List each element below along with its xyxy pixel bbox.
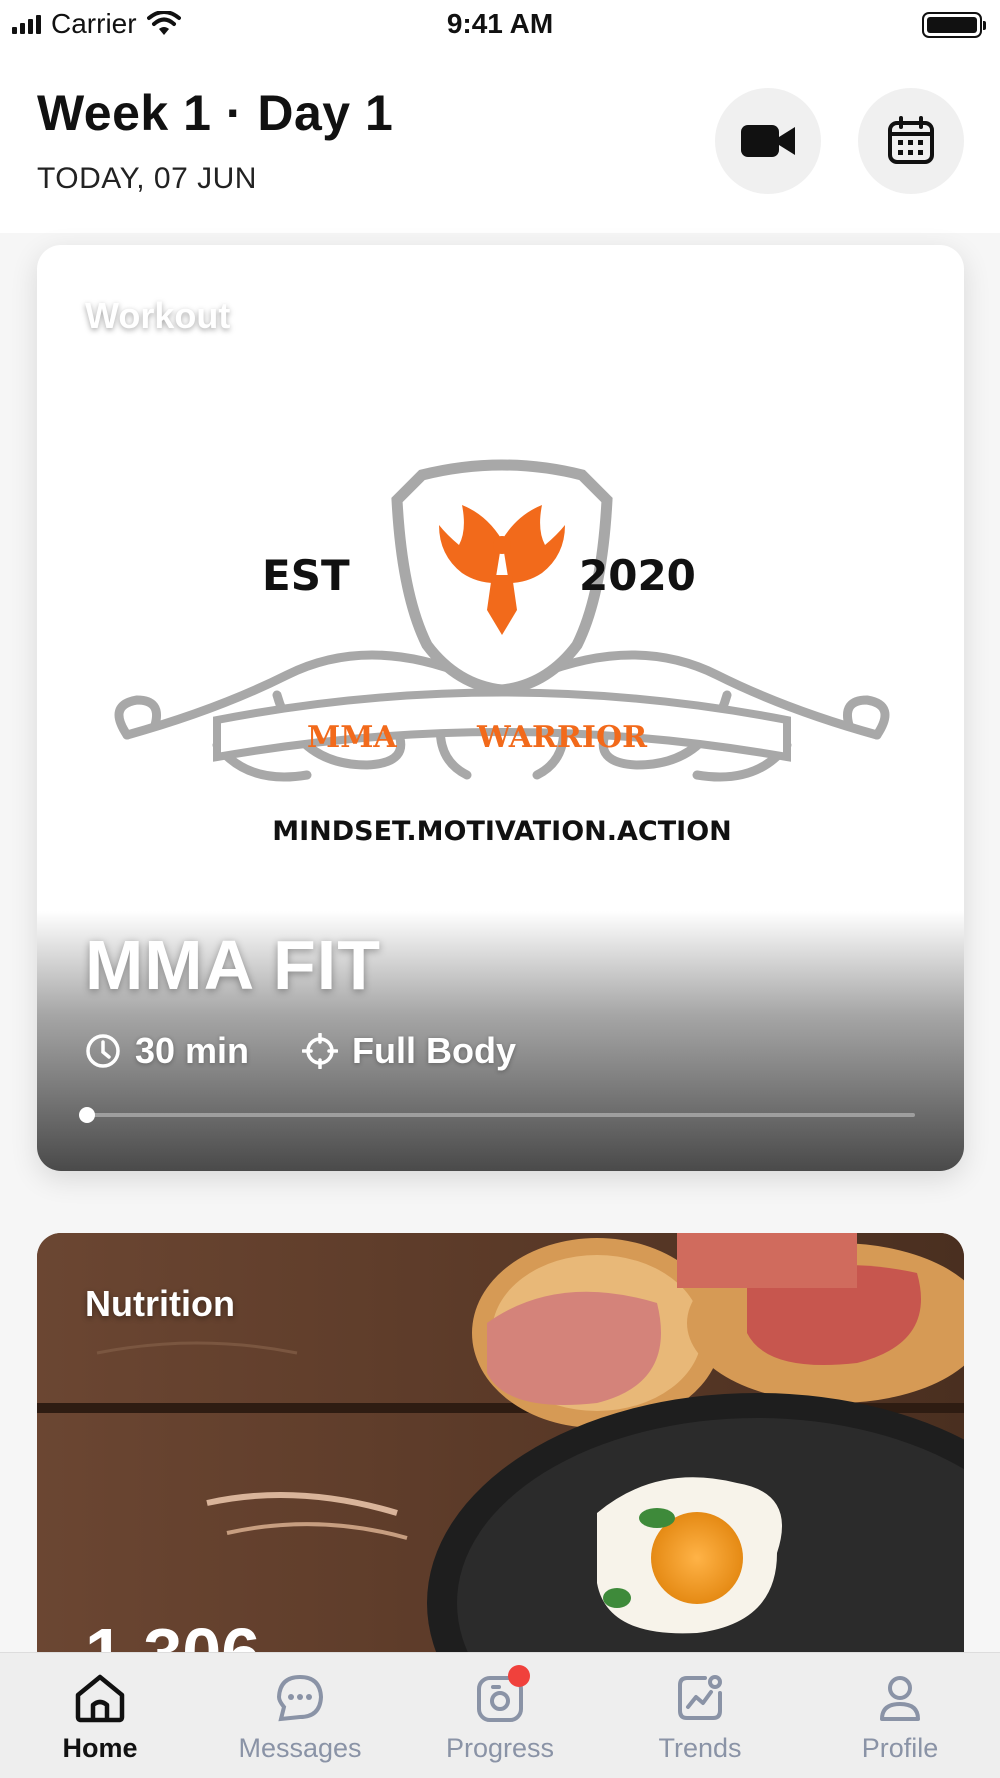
mma-warrior-logo: EST 2020 MMA WARRIOR MINDSET.MOTIVATION.…: [114, 459, 890, 847]
battery-level: [927, 17, 977, 33]
home-icon: [75, 1674, 125, 1723]
logo-year: 2020: [579, 551, 696, 600]
logo-banner-right: WARRIOR: [476, 720, 648, 755]
status-time: 9:41 AM: [446, 8, 554, 39]
calendar-button[interactable]: [858, 88, 964, 194]
tab-messages-label: Messages: [238, 1733, 362, 1763]
workout-progress-bar: [79, 1107, 915, 1123]
tab-profile-label: Profile: [861, 1733, 939, 1763]
tab-home[interactable]: Home: [0, 1653, 200, 1778]
page-title: Week 1 · Day 1: [37, 85, 394, 141]
clock-icon: [86, 1034, 120, 1068]
duration-label: 30 min: [135, 1030, 250, 1071]
target-icon: [302, 1033, 338, 1069]
nutrition-label: Nutrition: [85, 1283, 235, 1324]
profile-icon: [880, 1676, 920, 1721]
workout-progress-knob: [79, 1107, 95, 1123]
tab-messages[interactable]: Messages: [200, 1653, 400, 1778]
page-date: TODAY, 07 JUN: [37, 162, 257, 195]
tab-trends[interactable]: Trends: [600, 1653, 800, 1778]
logo-banner-left: MMA: [307, 720, 397, 755]
status-bar: Carrier 9:41 AM: [0, 0, 1000, 48]
video-camera-icon: [741, 125, 795, 157]
workout-label: Workout: [85, 295, 231, 336]
logo-motto: MINDSET.MOTIVATION.ACTION: [272, 816, 732, 847]
workout-duration: 30 min: [85, 1030, 249, 1072]
nutrition-card[interactable]: Nutrition 1,306: [37, 1233, 964, 1673]
page-header: Week 1 · Day 1 TODAY, 07 JUN: [0, 48, 1000, 233]
tab-progress[interactable]: Progress: [400, 1653, 600, 1778]
video-button[interactable]: [715, 88, 821, 194]
tab-trends-label: Trends: [658, 1733, 742, 1763]
tab-bar: Home Messages Progress Trends Profile: [0, 1652, 1000, 1778]
logo-est: EST: [262, 551, 350, 600]
workout-focus: Full Body: [302, 1030, 516, 1072]
workout-card[interactable]: EST 2020 MMA WARRIOR MINDSET.MOTIVATION.…: [37, 245, 964, 1171]
progress-badge: [508, 1665, 530, 1687]
tab-home-label: Home: [62, 1733, 138, 1763]
chat-icon: [276, 1674, 324, 1722]
trend-chart-icon: [678, 1675, 722, 1720]
battery-icon: [922, 12, 986, 38]
focus-label: Full Body: [352, 1030, 516, 1071]
tab-progress-label: Progress: [445, 1733, 555, 1763]
tab-profile[interactable]: Profile: [800, 1653, 1000, 1778]
calendar-icon: [888, 116, 934, 164]
workout-title: MMA FIT: [85, 926, 381, 1004]
